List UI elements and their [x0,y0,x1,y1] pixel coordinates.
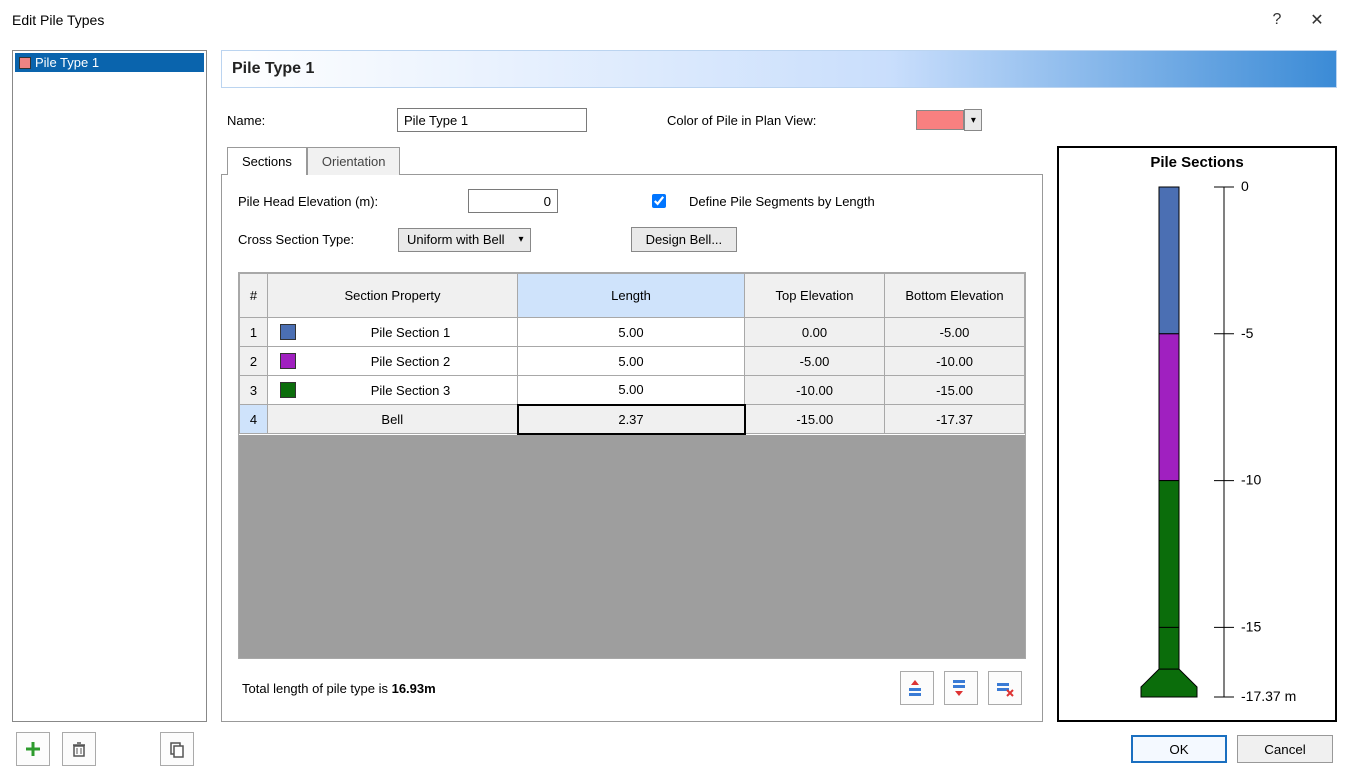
section-color-icon [280,382,296,398]
table-filler [239,435,1025,659]
pile-color-swatch [19,57,31,69]
col-bottom[interactable]: Bottom Elevation [885,274,1025,318]
crosssection-label: Cross Section Type: [238,232,378,247]
section-color-icon [280,353,296,369]
color-picker[interactable]: ▾ [916,109,982,131]
insert-above-icon [907,678,927,698]
window-title: Edit Pile Types [12,12,1257,28]
header-bar: Pile Type 1 [221,50,1337,88]
col-prop[interactable]: Section Property [268,274,518,318]
define-by-length-checkbox[interactable] [652,194,666,208]
section-color-icon [280,324,296,340]
sections-table[interactable]: # Section Property Length Top Elevation … [238,272,1026,659]
insert-row-below-button[interactable] [944,671,978,705]
crosssection-value: Uniform with Bell [399,232,513,247]
tab-orientation[interactable]: Orientation [307,147,401,175]
color-label: Color of Pile in Plan View: [667,113,816,128]
pile-sections-diagram: 0 -5 -10 -15 -17.37 m [1059,177,1335,717]
col-top[interactable]: Top Elevation [745,274,885,318]
name-input[interactable] [397,108,587,132]
head-elev-input[interactable] [468,189,558,213]
svg-text:-15: -15 [1241,618,1261,634]
plus-icon [24,740,42,758]
delete-row-icon [995,678,1015,698]
tab-sections[interactable]: Sections [227,147,307,175]
design-bell-button[interactable]: Design Bell... [631,227,738,252]
col-num[interactable]: # [240,274,268,318]
table-row[interactable]: 2 Pile Section 2 5.00 -5.00 -10.00 [240,347,1025,376]
col-length[interactable]: Length [518,274,745,318]
define-by-length-label: Define Pile Segments by Length [689,194,875,209]
delete-row-button[interactable] [988,671,1022,705]
pile-type-item[interactable]: Pile Type 1 [15,53,204,72]
ok-button[interactable]: OK [1131,735,1227,763]
pile-type-list[interactable]: Pile Type 1 [12,50,207,722]
head-elev-label: Pile Head Elevation (m): [238,194,448,209]
chevron-down-icon: ▾ [964,109,982,131]
preview-title: Pile Sections [1059,148,1335,177]
cancel-button[interactable]: Cancel [1237,735,1333,763]
table-row[interactable]: 3 Pile Section 3 5.00 -10.00 -15.00 [240,376,1025,405]
pile-type-label: Pile Type 1 [35,55,99,70]
name-label: Name: [227,113,367,128]
titlebar: Edit Pile Types ? ✕ [0,0,1349,40]
svg-text:-5: -5 [1241,325,1254,341]
svg-text:-10: -10 [1241,472,1261,488]
copy-icon [168,740,186,758]
add-pile-type-button[interactable] [16,732,50,766]
insert-row-above-button[interactable] [900,671,934,705]
copy-pile-type-button[interactable] [160,732,194,766]
svg-text:0: 0 [1241,178,1249,194]
pile-preview: Pile Sections 0 -5 -10 -15 -17.37 m [1057,146,1337,722]
header-title: Pile Type 1 [232,60,314,78]
chevron-down-icon: ▾ [513,234,530,245]
delete-pile-type-button[interactable] [62,732,96,766]
close-button[interactable]: ✕ [1297,10,1337,30]
insert-below-icon [951,678,971,698]
trash-icon [70,740,88,758]
help-button[interactable]: ? [1257,11,1297,29]
svg-text:-17.37 m: -17.37 m [1241,688,1296,704]
crosssection-dropdown[interactable]: Uniform with Bell ▾ [398,228,531,252]
total-length-text: Total length of pile type is 16.93m [242,681,890,696]
color-preview [916,110,964,130]
table-row[interactable]: 1 Pile Section 1 5.00 0.00 -5.00 [240,318,1025,347]
table-row[interactable]: 4 Bell 2.37 -15.00 -17.37 [240,405,1025,434]
